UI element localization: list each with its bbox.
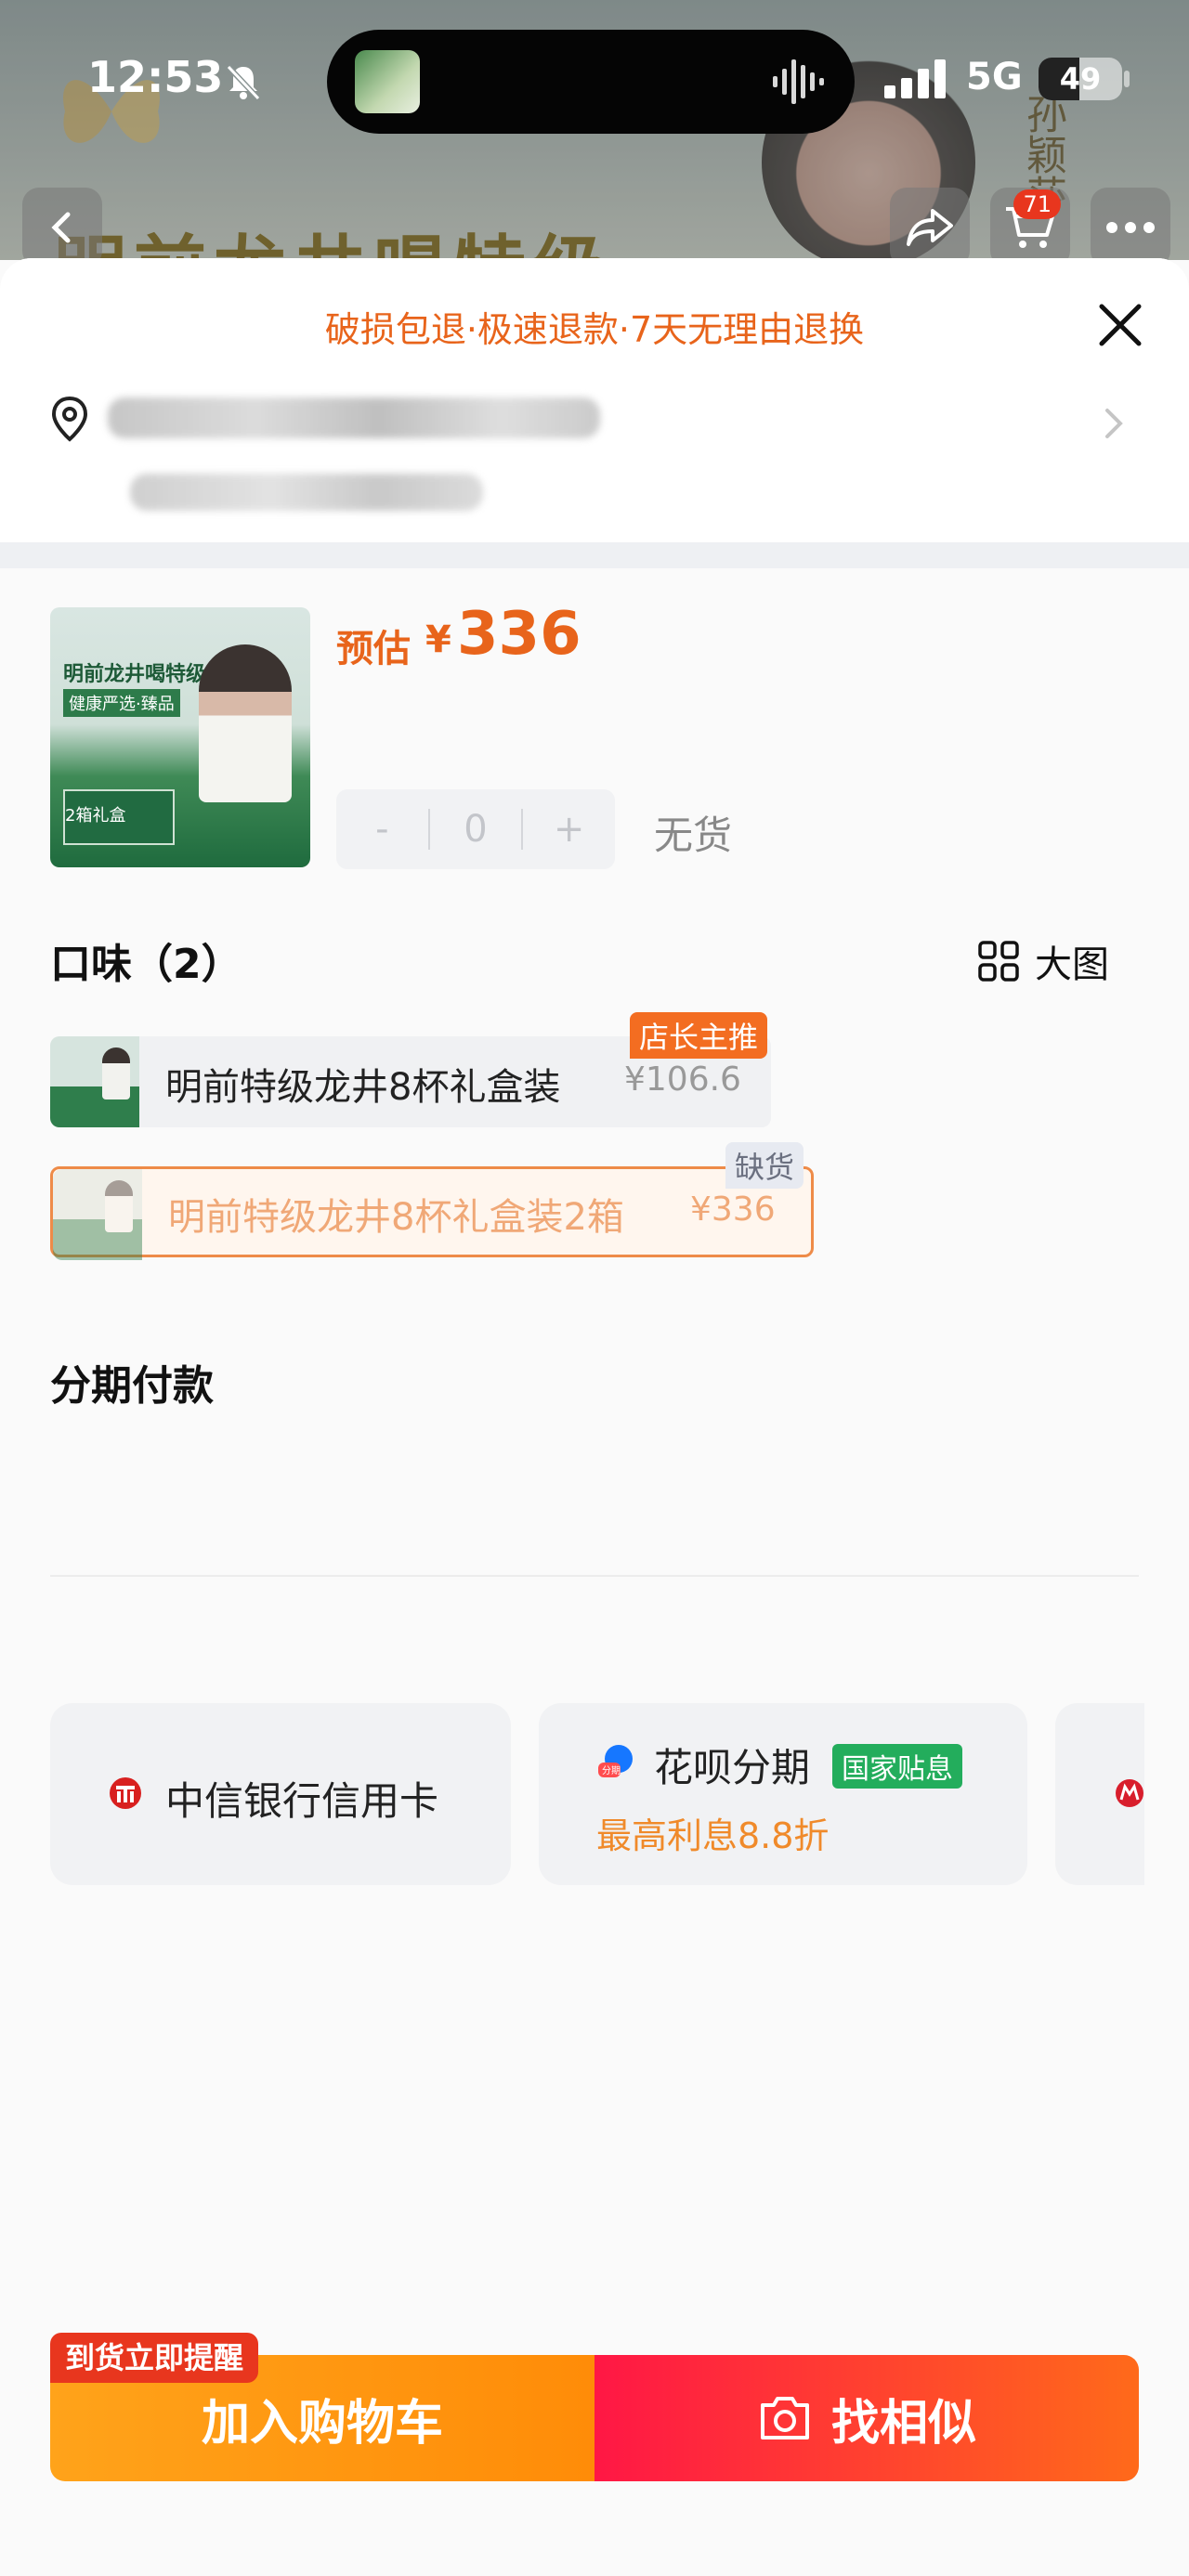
camera-icon (760, 2397, 809, 2439)
huabei-installment-option[interactable]: 分期 花呗分期 国家贴息 最高利息8.8折 (539, 1703, 1027, 1885)
gov-subsidy-badge: 国家贴息 (832, 1744, 962, 1789)
location-pin-icon (51, 396, 88, 442)
cmb-card-option-partial[interactable] (1055, 1703, 1144, 1885)
address-detail-blurred[interactable] (130, 474, 483, 511)
flavor-option-double-selected[interactable]: 明前特级龙井8杯礼盒装2箱 ¥336 缺货 (50, 1142, 814, 1260)
cmb-bank-icon (1116, 1779, 1143, 1807)
sku-selection-sheet: 破损包退·极速退款·7天无理由退换 明前龙井喝特级 健康严选·臻品 2箱礼盒 预… (0, 258, 1189, 2576)
product-image-person (199, 644, 292, 802)
chevron-right-icon[interactable] (1102, 405, 1126, 442)
price-currency: ¥ (425, 618, 451, 661)
close-button[interactable] (1091, 295, 1150, 355)
citic-card-label: 中信银行信用卡 (165, 1778, 439, 1824)
product-image-box-label: 2箱礼盒 (65, 806, 126, 826)
now-playing-thumbnail (355, 50, 420, 113)
out-of-stock-tag: 缺货 (725, 1142, 804, 1189)
cart-button[interactable]: 71 (990, 188, 1070, 267)
citic-credit-card-option[interactable]: 中信银行信用卡 (50, 1703, 511, 1885)
citic-bank-icon (110, 1777, 141, 1809)
stock-status: 无货 (654, 813, 733, 858)
back-button[interactable] (22, 188, 102, 267)
variant-name: 明前特级龙井8杯礼盒装 (165, 1066, 561, 1109)
variant-thumbnail (50, 1036, 139, 1127)
big-image-toggle[interactable]: 大图 (977, 934, 1109, 988)
audio-wave-icon (773, 59, 824, 104)
chevron-left-icon (51, 212, 71, 243)
variant-price: ¥106.6 (624, 1060, 741, 1099)
restock-notify-tag: 到货立即提醒 (50, 2333, 259, 2383)
network-type: 5G (966, 56, 1023, 98)
dynamic-island[interactable] (327, 30, 855, 134)
find-similar-label: 找相似 (830, 2395, 976, 2452)
quantity-value[interactable]: 0 (430, 808, 522, 851)
status-time: 12:53 (87, 52, 224, 102)
more-button[interactable] (1091, 188, 1170, 267)
guarantee-banner: 破损包退·极速退款·7天无理由退换 (324, 309, 865, 350)
installment-section-title: 分期付款 (50, 1362, 214, 1410)
decrease-button[interactable]: - (336, 808, 428, 851)
huabei-label: 花呗分期 (654, 1745, 811, 1790)
share-button[interactable] (890, 188, 970, 267)
find-similar-button[interactable]: 找相似 (594, 2355, 1139, 2481)
product-image[interactable]: 明前龙井喝特级 健康严选·臻品 2箱礼盒 (50, 607, 310, 867)
close-icon (1099, 304, 1142, 346)
battery-icon: 49 (1039, 58, 1122, 100)
flavor-section-title: 口味（2） (50, 941, 242, 988)
huabei-icon: 分期 (598, 1745, 633, 1777)
variant-name: 明前特级龙井8杯礼盒装2箱 (168, 1196, 624, 1239)
variant-price: ¥336 (690, 1190, 776, 1229)
cellular-signal-icon (884, 59, 946, 98)
cart-count-badge: 71 (1013, 189, 1061, 219)
sheet-header: 破损包退·极速退款·7天无理由退换 (0, 258, 1189, 542)
grid-icon (978, 941, 1019, 982)
price-prefix: 预估 (336, 628, 411, 670)
battery-percent: 49 (1059, 61, 1102, 97)
quantity-stepper[interactable]: - 0 + (336, 789, 615, 869)
price-value: 336 (457, 600, 581, 669)
increase-button[interactable]: + (523, 808, 615, 851)
variant-thumbnail (53, 1169, 142, 1260)
mute-bell-icon (226, 64, 261, 101)
flavor-option-single[interactable]: 明前特级龙井8杯礼盒装 ¥106.6 店长主推 (50, 1012, 771, 1127)
address-line-blurred[interactable] (108, 397, 600, 438)
big-image-label: 大图 (1035, 943, 1109, 986)
recommend-tag: 店长主推 (630, 1012, 768, 1059)
huabei-discount-text: 最高利息8.8折 (596, 1815, 830, 1856)
share-icon (907, 209, 953, 246)
svg-text:分期: 分期 (602, 1765, 621, 1776)
product-image-title: 明前龙井喝特级 (63, 663, 207, 686)
more-dots-icon (1106, 222, 1155, 233)
product-image-subtitle: 健康严选·臻品 (63, 689, 180, 717)
